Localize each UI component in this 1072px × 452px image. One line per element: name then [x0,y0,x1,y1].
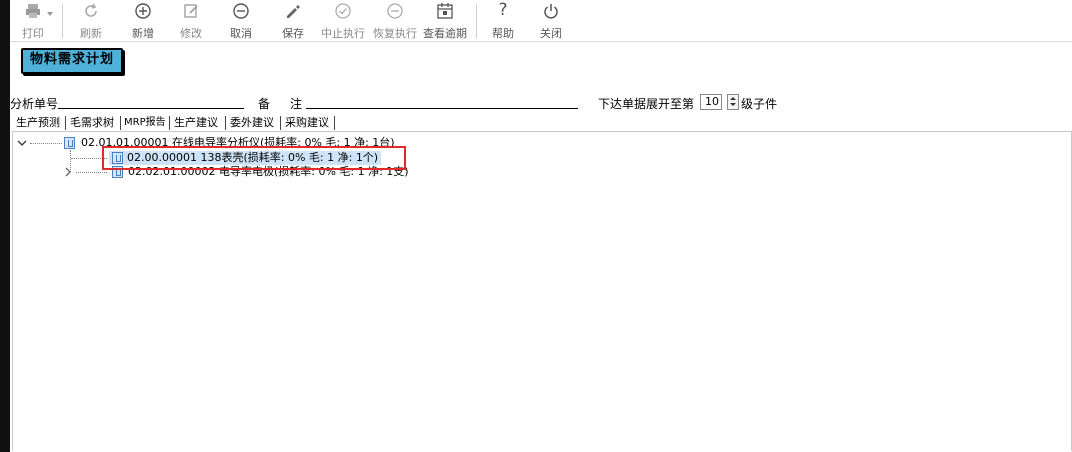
tab-divider [225,116,226,130]
page-title: 物料需求计划 [21,48,124,74]
expand-level-input[interactable]: 10 [700,94,722,110]
edit-label: 修改 [180,27,202,40]
chevron-down-icon [47,12,53,16]
minus-circle-icon [233,3,249,19]
help-icon: ? [498,0,508,20]
close-button[interactable]: 关闭 [528,0,574,40]
gross-demand-tree-panel [12,131,1072,451]
save-icon [287,5,300,18]
tab-mrp-report[interactable]: MRP报告 [124,115,166,131]
minus-circle-icon [387,3,403,19]
analysis-no-label: 分析单号 [10,97,59,111]
view-overdue-button[interactable]: 查看逾期 [422,0,468,40]
print-icon [26,4,40,18]
tab-divider [120,116,121,130]
cancel-label: 取消 [230,27,252,40]
add-label: 新增 [132,27,154,40]
plus-circle-icon [135,3,151,19]
print-label: 打印 [22,27,44,40]
view-overdue-label: 查看逾期 [423,27,467,40]
tab-divider [65,116,66,130]
resume-label: 恢复执行 [373,27,417,40]
remark-field[interactable] [306,108,578,109]
power-icon [544,4,558,19]
annotation-highlight-box [102,146,406,170]
help-button[interactable]: ? 帮助 [480,0,526,40]
tab-divider [334,116,335,130]
refresh-icon [85,3,97,17]
refresh-label: 刷新 [80,27,102,40]
resume-button[interactable]: 恢复执行 [372,0,418,40]
analysis-no-field[interactable] [58,108,244,109]
tab-divider [169,116,170,130]
tab-outsourcing-suggestion[interactable]: 委外建议 [230,115,274,131]
edit-icon [184,4,198,18]
suspend-label: 中止执行 [321,27,365,40]
expand-level-stepper[interactable] [727,94,739,110]
help-label: 帮助 [492,27,514,40]
save-button[interactable]: 保存 [270,0,316,40]
edit-button[interactable]: 修改 [168,0,214,40]
chevron-right-icon[interactable] [64,167,72,177]
tab-divider [280,116,281,130]
toolbar-divider [476,4,477,38]
refresh-button[interactable]: 刷新 [68,0,114,40]
remark-label-part2: 注 [290,97,303,111]
chevron-down-icon[interactable] [17,138,27,148]
calendar-icon [437,3,453,19]
check-circle-icon [335,3,351,19]
toolbar-divider [62,4,63,38]
add-button[interactable]: 新增 [120,0,166,40]
tab-production-suggestion[interactable]: 生产建议 [174,115,218,131]
tab-purchase-suggestion[interactable]: 采购建议 [285,115,329,131]
analysis-form: 分析单号 备 注 下达单据展开至第 10 级子件 [10,94,1070,112]
save-label: 保存 [282,27,304,40]
close-label: 关闭 [540,27,562,40]
expand-level-label: 下达单据展开至第 [598,97,695,111]
expand-level-suffix: 级子件 [741,97,778,111]
tab-production-forecast[interactable]: 生产预测 [16,115,60,131]
cancel-button[interactable]: 取消 [218,0,264,40]
window-left-edge [0,0,10,452]
node-icon [64,137,75,149]
tab-gross-demand-tree[interactable]: 毛需求树 [70,115,114,131]
toolbar: 打印 刷新 新增 修改 取消 保存 中止执行 恢复执行 查看逾期 ? 帮助 关闭 [10,0,1072,42]
print-button[interactable]: 打印 [10,0,56,40]
remark-label-part1: 备 [258,97,271,111]
suspend-button[interactable]: 中止执行 [320,0,366,40]
